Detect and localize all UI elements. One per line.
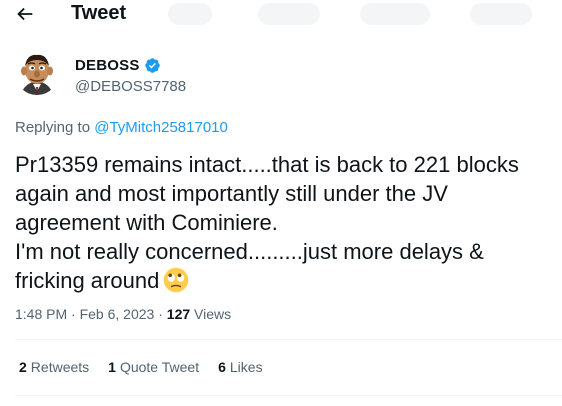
tweet-line: Pr13359 remains intact.....that is back … bbox=[15, 152, 519, 177]
divider bbox=[15, 395, 562, 396]
tweet-date[interactable]: Feb 6, 2023 bbox=[80, 306, 155, 322]
faded-header-shape bbox=[470, 3, 532, 25]
retweets-label: Retweets bbox=[30, 359, 90, 375]
tweet-line-text: fricking around bbox=[15, 268, 160, 293]
faded-header-shape bbox=[168, 3, 212, 25]
tweet-line: I'm not really concerned.........just mo… bbox=[15, 239, 484, 264]
tweet-line-last: fricking around bbox=[15, 266, 555, 295]
avatar-caricature-icon bbox=[15, 51, 59, 95]
meta-separator: · bbox=[67, 306, 80, 322]
face-with-rolling-eyes-emoji-icon bbox=[164, 267, 189, 293]
likes-stat[interactable]: 6 Likes bbox=[218, 359, 262, 375]
views-label: Views bbox=[190, 306, 232, 322]
likes-label: Likes bbox=[229, 359, 263, 375]
avatar[interactable] bbox=[15, 51, 59, 95]
page-title: Tweet bbox=[71, 2, 127, 24]
tweet-text: Pr13359 remains intact.....that is back … bbox=[15, 150, 555, 295]
quote-tweets-count: 1 bbox=[108, 359, 116, 375]
likes-count: 6 bbox=[218, 359, 226, 375]
faded-header-shape bbox=[258, 3, 320, 25]
author-name-row: DEBOSS bbox=[75, 57, 161, 74]
back-arrow-icon[interactable] bbox=[14, 3, 36, 25]
quote-tweets-label: Quote Tweet bbox=[119, 359, 200, 375]
tweet-meta: 1:48 PM · Feb 6, 2023 · 127 Views bbox=[15, 306, 231, 322]
divider bbox=[15, 339, 562, 340]
tweet-line: agreement with Cominiere. bbox=[15, 210, 278, 235]
engagement-stats: 2 Retweets 1 Quote Tweet 6 Likes bbox=[19, 359, 282, 375]
retweets-stat[interactable]: 2 Retweets bbox=[19, 359, 89, 375]
tweet-header: Tweet bbox=[0, 0, 562, 30]
faded-header-shape bbox=[360, 3, 430, 25]
tweet-time[interactable]: 1:48 PM bbox=[15, 306, 67, 322]
tweet-line: again and most importantly still under t… bbox=[15, 181, 448, 206]
replying-to-label: Replying to bbox=[15, 119, 95, 136]
views-count: 127 bbox=[166, 306, 191, 322]
verified-badge-icon bbox=[144, 58, 160, 73]
quote-tweets-stat[interactable]: 1 Quote Tweet bbox=[108, 359, 199, 375]
reply-mention-link[interactable]: @TyMitch25817010 bbox=[94, 119, 228, 136]
meta-separator: · bbox=[154, 306, 167, 322]
author-handle[interactable]: @DEBOSS7788 bbox=[75, 78, 186, 95]
author-name[interactable]: DEBOSS bbox=[75, 57, 140, 74]
replying-to: Replying to @TyMitch25817010 bbox=[15, 119, 228, 136]
retweets-count: 2 bbox=[19, 359, 27, 375]
